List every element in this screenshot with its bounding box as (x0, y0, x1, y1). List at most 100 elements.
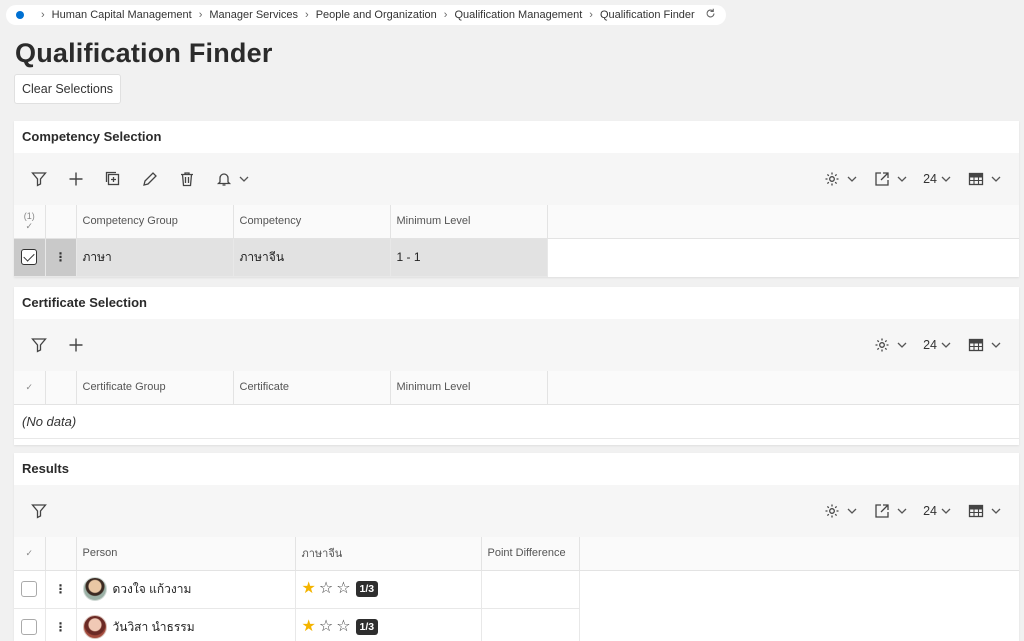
refresh-icon[interactable] (705, 8, 716, 22)
check-icon: ✓ (25, 381, 34, 392)
select-all-header[interactable]: ✓ (14, 537, 46, 571)
chevron-down-icon[interactable] (897, 340, 907, 350)
person-name[interactable]: ดวงใจ แก้วงาม (113, 580, 192, 599)
add-icon[interactable] (67, 170, 85, 188)
chevron-down-icon[interactable] (941, 340, 951, 350)
row-menu-icon[interactable]: ⋮ (45, 608, 77, 641)
results-panel: Results 24 ✓ Person ภาษาจีน Point Differ… (14, 453, 1019, 641)
breadcrumb-item-manager-services[interactable]: Manager Services (209, 9, 298, 21)
person-cell[interactable]: ดวงใจ แก้วงาม (76, 570, 296, 609)
column-header[interactable]: Person (76, 537, 296, 571)
chevron-down-icon[interactable] (941, 174, 951, 184)
menu-column-header (45, 371, 77, 405)
filter-icon[interactable] (30, 336, 48, 354)
export-icon[interactable] (873, 502, 891, 520)
table-view-icon[interactable] (967, 502, 985, 520)
breadcrumb-item-qualification-mgmt[interactable]: Qualification Management (454, 9, 582, 21)
empty-header (547, 205, 1019, 239)
check-icon: ✓ (25, 547, 34, 558)
competency-group-cell[interactable]: ภาษา (76, 238, 234, 277)
column-header[interactable]: Certificate Group (76, 371, 234, 405)
point-difference-cell (481, 570, 580, 609)
select-all-header[interactable]: ✓ (14, 371, 46, 405)
bell-icon[interactable] (215, 170, 233, 188)
select-all-header[interactable]: (1) ✓ (14, 205, 46, 239)
breadcrumb-item-people-org[interactable]: People and Organization (316, 9, 437, 21)
chevron-down-icon[interactable] (847, 174, 857, 184)
empty-cell (579, 608, 1019, 641)
delete-icon[interactable] (178, 170, 196, 188)
rating-badge: 1/3 (355, 619, 379, 635)
chevron-down-icon[interactable] (847, 506, 857, 516)
results-toolbar: 24 (14, 485, 1019, 537)
chevron-down-icon[interactable] (239, 174, 249, 184)
star-empty-icon: ☆ (318, 618, 334, 635)
row-menu-icon[interactable]: ⋮ (45, 238, 77, 277)
section-title: Results (14, 453, 1019, 485)
duplicate-icon[interactable] (104, 170, 122, 188)
chevron-down-icon[interactable] (991, 340, 1001, 350)
edit-icon[interactable] (141, 170, 159, 188)
table-view-icon[interactable] (967, 336, 985, 354)
table-row[interactable]: ⋮ ดวงใจ แก้วงาม ★ ☆ ☆ 1/3 (14, 570, 1019, 609)
person-name[interactable]: วันวิสา นำธรรม (113, 618, 195, 637)
rating-badge: 1/3 (355, 581, 379, 597)
section-title: Competency Selection (14, 121, 1019, 153)
gear-icon[interactable] (823, 502, 841, 520)
certificate-table: ✓ Certificate Group Certificate Minimum … (14, 371, 1019, 405)
page-size-selector[interactable]: 24 (923, 338, 937, 352)
column-header[interactable]: Competency (233, 205, 391, 239)
chevron-down-icon[interactable] (897, 174, 907, 184)
filter-icon[interactable] (30, 502, 48, 520)
row-checkbox[interactable] (21, 249, 38, 265)
empty-header (547, 371, 1019, 405)
gear-icon[interactable] (823, 170, 841, 188)
star-filled-icon: ★ (301, 618, 316, 635)
empty-cell (579, 570, 1019, 608)
competency-toolbar: 24 (14, 153, 1019, 205)
gear-icon[interactable] (873, 336, 891, 354)
table-view-icon[interactable] (967, 170, 985, 188)
selected-count: (1) (23, 210, 35, 221)
avatar (82, 615, 107, 639)
page-size-selector[interactable]: 24 (923, 172, 937, 186)
certificate-toolbar: 24 (14, 319, 1019, 371)
chevron-down-icon[interactable] (897, 506, 907, 516)
column-header[interactable]: Point Difference (481, 537, 580, 571)
certificate-selection-panel: Certificate Selection 24 ✓ Certificate G… (14, 287, 1019, 445)
chevron-down-icon[interactable] (991, 174, 1001, 184)
column-header[interactable]: ภาษาจีน (295, 537, 482, 571)
table-row[interactable]: ⋮ ภาษา ภาษาจีน 1 - 1 (14, 238, 1019, 277)
row-menu-icon[interactable]: ⋮ (45, 570, 77, 609)
results-table: ✓ Person ภาษาจีน Point Difference ⋮ ดวงใ… (14, 537, 1019, 641)
filter-icon[interactable] (30, 170, 48, 188)
breadcrumb-item-hcm[interactable]: Human Capital Management (52, 9, 192, 21)
column-header[interactable]: Certificate (233, 371, 391, 405)
row-checkbox-cell[interactable] (14, 570, 46, 609)
column-header[interactable]: Minimum Level (390, 371, 548, 405)
row-checkbox[interactable] (21, 581, 38, 597)
section-title: Certificate Selection (14, 287, 1019, 319)
menu-column-header (45, 205, 77, 239)
column-header[interactable]: Competency Group (76, 205, 234, 239)
export-icon[interactable] (873, 170, 891, 188)
breadcrumb-item-current: Qualification Finder (599, 9, 695, 21)
chevron-right-icon: › (41, 9, 45, 21)
column-header[interactable]: Minimum Level (390, 205, 548, 239)
competency-selection-panel: Competency Selection 24 (1) ✓ Competency… (14, 121, 1019, 277)
page-size-selector[interactable]: 24 (923, 504, 937, 518)
menu-column-header (45, 537, 77, 571)
chevron-down-icon[interactable] (941, 506, 951, 516)
row-checkbox-cell[interactable] (14, 608, 46, 641)
minimum-level-cell[interactable]: 1 - 1 (390, 238, 548, 277)
competency-cell[interactable]: ภาษาจีน (233, 238, 391, 277)
star-empty-icon: ☆ (336, 618, 351, 635)
clear-selections-button[interactable]: Clear Selections (14, 74, 122, 104)
person-cell[interactable]: วันวิสา นำธรรม (76, 608, 296, 641)
row-checkbox-cell[interactable] (14, 238, 46, 277)
table-row[interactable]: ⋮ วันวิสา นำธรรม ★ ☆ ☆ 1/3 (14, 608, 1019, 641)
chevron-down-icon[interactable] (991, 506, 1001, 516)
add-icon[interactable] (67, 336, 85, 354)
home-dot-icon[interactable] (16, 11, 24, 19)
row-checkbox[interactable] (21, 619, 38, 635)
